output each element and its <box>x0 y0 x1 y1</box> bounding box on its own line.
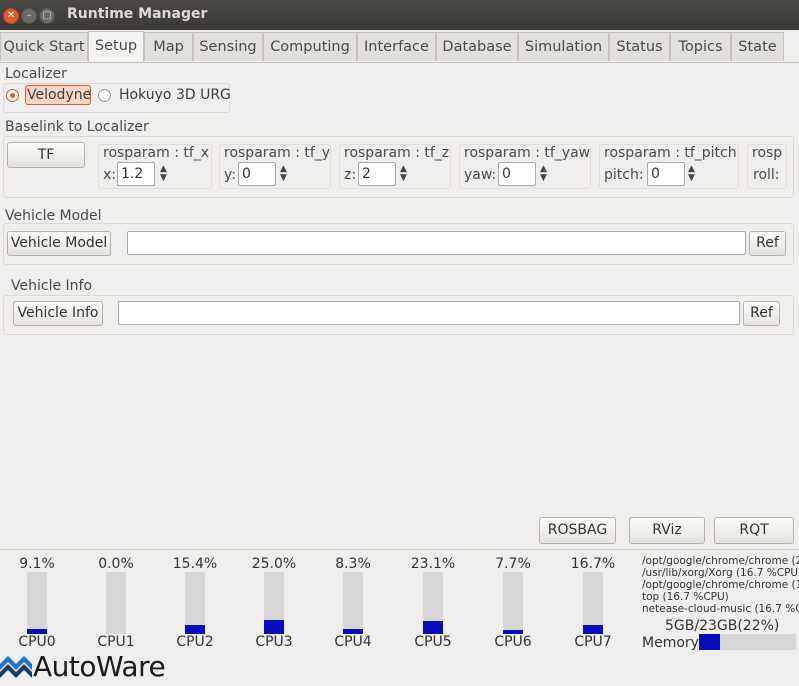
cpu-percent: 9.1% <box>19 556 55 572</box>
vehicle-info-path-field[interactable] <box>118 301 740 325</box>
tf-y-label: y: <box>224 167 236 183</box>
cpu-bar-fill <box>264 620 284 634</box>
tf-yaw-stepper-icon[interactable]: ▲ ▼ <box>540 165 547 183</box>
tf-pitch-header: rosparam : tf_pitch <box>604 145 737 161</box>
tab-setup[interactable]: Setup <box>88 31 144 62</box>
tf-z-stepper-icon[interactable]: ▲ ▼ <box>400 165 407 183</box>
cpu-percent: 16.7% <box>570 556 616 572</box>
minimize-icon[interactable]: – <box>21 8 37 24</box>
tf-x-stepper-icon[interactable]: ▲ ▼ <box>160 165 167 183</box>
window-title: Runtime Manager <box>67 6 208 22</box>
tf-roll-label: roll: <box>753 167 780 183</box>
tab-quick-start[interactable]: Quick Start <box>0 32 88 61</box>
process-item: /opt/google/chrome/chrome (16. <box>642 579 799 591</box>
hokuyo-radio[interactable] <box>98 89 111 102</box>
vehicle-model-title: Vehicle Model <box>5 208 102 224</box>
cpu-percent: 8.3% <box>335 556 371 572</box>
tf-z-header: rosparam : tf_z <box>344 145 450 161</box>
tf-y-stepper-icon[interactable]: ▲ ▼ <box>280 165 287 183</box>
tf-button[interactable]: TF <box>7 142 85 168</box>
tab-computing[interactable]: Computing <box>263 32 357 61</box>
tab-map[interactable]: Map <box>144 32 193 61</box>
cpu-bar <box>343 572 363 634</box>
cpu-name: CPU0 <box>18 634 56 650</box>
vehicle-model-button[interactable]: Vehicle Model <box>7 231 111 256</box>
vehicle-info-ref-button[interactable]: Ref <box>743 301 780 326</box>
cpu-name: CPU5 <box>414 634 452 650</box>
autoware-logo: AutoWare <box>0 650 180 686</box>
tf-z-input[interactable]: 2 <box>358 162 396 186</box>
vehicle-model-ref-button[interactable]: Ref <box>749 231 786 256</box>
process-item: top (16.7 %CPU) <box>642 591 729 603</box>
cpu-bar <box>27 572 47 634</box>
tab-interface[interactable]: Interface <box>357 32 436 61</box>
cpu-name: CPU7 <box>574 634 612 650</box>
cpu-bar-fill <box>583 625 603 634</box>
window-titlebar: ✕ – ▢ Runtime Manager <box>0 0 799 30</box>
tf-yaw-label: yaw: <box>464 167 497 183</box>
tf-yaw-input[interactable]: 0 <box>498 162 536 186</box>
tab-state[interactable]: State <box>731 32 784 61</box>
tf-pitch-label: pitch: <box>604 167 644 183</box>
tf-pitch-stepper-icon[interactable]: ▲ ▼ <box>688 165 695 183</box>
tab-status[interactable]: Status <box>609 32 670 61</box>
localizer-title: Localizer <box>5 66 67 82</box>
cpu-percent: 25.0% <box>251 556 297 572</box>
cpu-name: CPU6 <box>494 634 532 650</box>
cpu-bar <box>106 572 126 634</box>
tab-sensing[interactable]: Sensing <box>193 32 263 61</box>
velodyne-option-label[interactable]: Velodyne <box>25 85 91 105</box>
cpu-name: CPU1 <box>97 634 135 650</box>
rviz-button[interactable]: RViz <box>629 517 705 544</box>
memory-bar-fill <box>699 634 720 650</box>
rosbag-button[interactable]: ROSBAG <box>539 517 616 544</box>
process-item: /opt/google/chrome/chrome (25. <box>642 555 799 567</box>
tf-x-header: rosparam : tf_x <box>103 145 210 161</box>
close-icon[interactable]: ✕ <box>3 8 19 24</box>
baselink-title: Baselink to Localizer <box>5 119 149 135</box>
tf-yaw-header: rosparam : tf_yaw <box>464 145 591 161</box>
tf-pitch-input[interactable]: 0 <box>647 162 685 186</box>
tab-simulation[interactable]: Simulation <box>518 32 609 61</box>
autoware-logo-icon <box>0 656 32 678</box>
tab-bar: Quick Start Setup Map Sensing Computing … <box>0 31 799 63</box>
memory-usage: 5GB/23GB(22%) <box>665 618 780 634</box>
process-item: /usr/lib/xorg/Xorg (16.7 %CPU) <box>642 567 799 579</box>
cpu-bar <box>583 572 603 634</box>
hokuyo-option-label[interactable]: Hokuyo 3D URG <box>119 87 231 103</box>
cpu-percent: 23.1% <box>410 556 456 572</box>
cpu-percent: 15.4% <box>172 556 218 572</box>
process-item: netease-cloud-music (16.7 %CPU <box>642 603 799 615</box>
vehicle-info-title: Vehicle Info <box>11 278 93 294</box>
velodyne-radio[interactable] <box>6 89 19 102</box>
autoware-logo-text: AutoWare <box>33 650 166 683</box>
memory-label: Memory <box>642 635 699 651</box>
cpu-bar-fill <box>185 625 205 634</box>
tf-z-label: z: <box>344 167 357 183</box>
tab-topics[interactable]: Topics <box>670 32 731 61</box>
tf-y-header: rosparam : tf_y <box>224 145 331 161</box>
maximize-icon[interactable]: ▢ <box>39 8 55 24</box>
vehicle-info-button[interactable]: Vehicle Info <box>13 301 103 326</box>
cpu-bar <box>185 572 205 634</box>
tf-x-label: x: <box>103 167 117 183</box>
tab-database[interactable]: Database <box>436 32 518 61</box>
vehicle-model-path-field[interactable] <box>127 231 746 255</box>
cpu-percent: 7.7% <box>495 556 531 572</box>
cpu-percent: 0.0% <box>98 556 134 572</box>
cpu-name: CPU2 <box>176 634 214 650</box>
cpu-name: CPU4 <box>334 634 372 650</box>
rqt-button[interactable]: RQT <box>714 517 794 544</box>
cpu-bar-fill <box>423 621 443 634</box>
cpu-bar <box>264 572 284 634</box>
status-divider <box>0 549 799 550</box>
cpu-bar <box>423 572 443 634</box>
tf-roll-header: rosp <box>752 145 782 161</box>
tf-y-input[interactable]: 0 <box>238 162 276 186</box>
tf-x-input[interactable]: 1.2 <box>117 162 155 186</box>
memory-bar <box>699 634 796 650</box>
cpu-bar <box>503 572 523 634</box>
cpu-name: CPU3 <box>255 634 293 650</box>
